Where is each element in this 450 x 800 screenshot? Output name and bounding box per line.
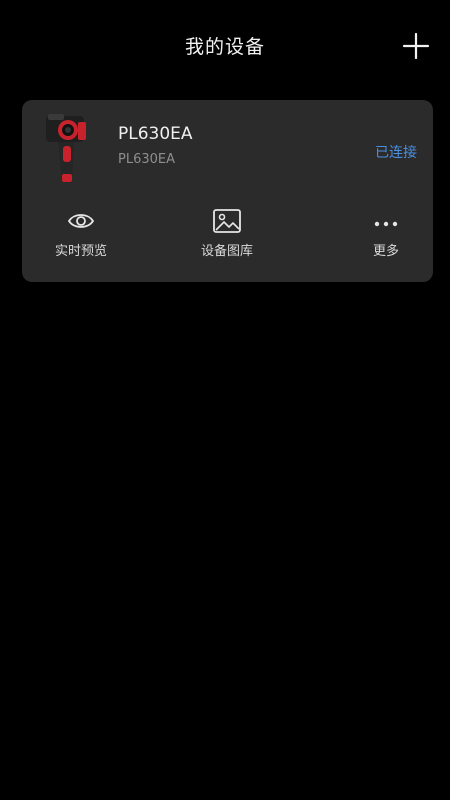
device-name: PL630EA (118, 124, 193, 144)
more-button[interactable]: 更多 (336, 208, 436, 268)
live-preview-label: 实时预览 (54, 244, 107, 259)
device-card[interactable]: PL630EA PL630EA 已连接 实时预览 设备图库 更多 (22, 100, 433, 282)
header: 我的设备 (0, 28, 450, 64)
screen: 我的设备 PL630EA PL630EA 已连接 实时预览 设备图库 更多 (0, 0, 450, 800)
connection-status[interactable]: 已连接 (375, 142, 417, 162)
image-gallery-icon (213, 209, 241, 233)
device-image (46, 114, 86, 182)
live-preview-button[interactable]: 实时预览 (31, 208, 131, 268)
page-title: 我的设备 (184, 36, 265, 58)
more-icon (374, 221, 398, 227)
device-gallery-label: 设备图库 (200, 244, 253, 259)
device-gallery-button[interactable]: 设备图库 (177, 208, 277, 268)
eye-icon (67, 214, 95, 228)
device-model: PL630EA (118, 152, 176, 167)
plus-icon (402, 32, 430, 60)
add-device-button[interactable] (402, 32, 430, 60)
more-label: 更多 (372, 244, 399, 259)
